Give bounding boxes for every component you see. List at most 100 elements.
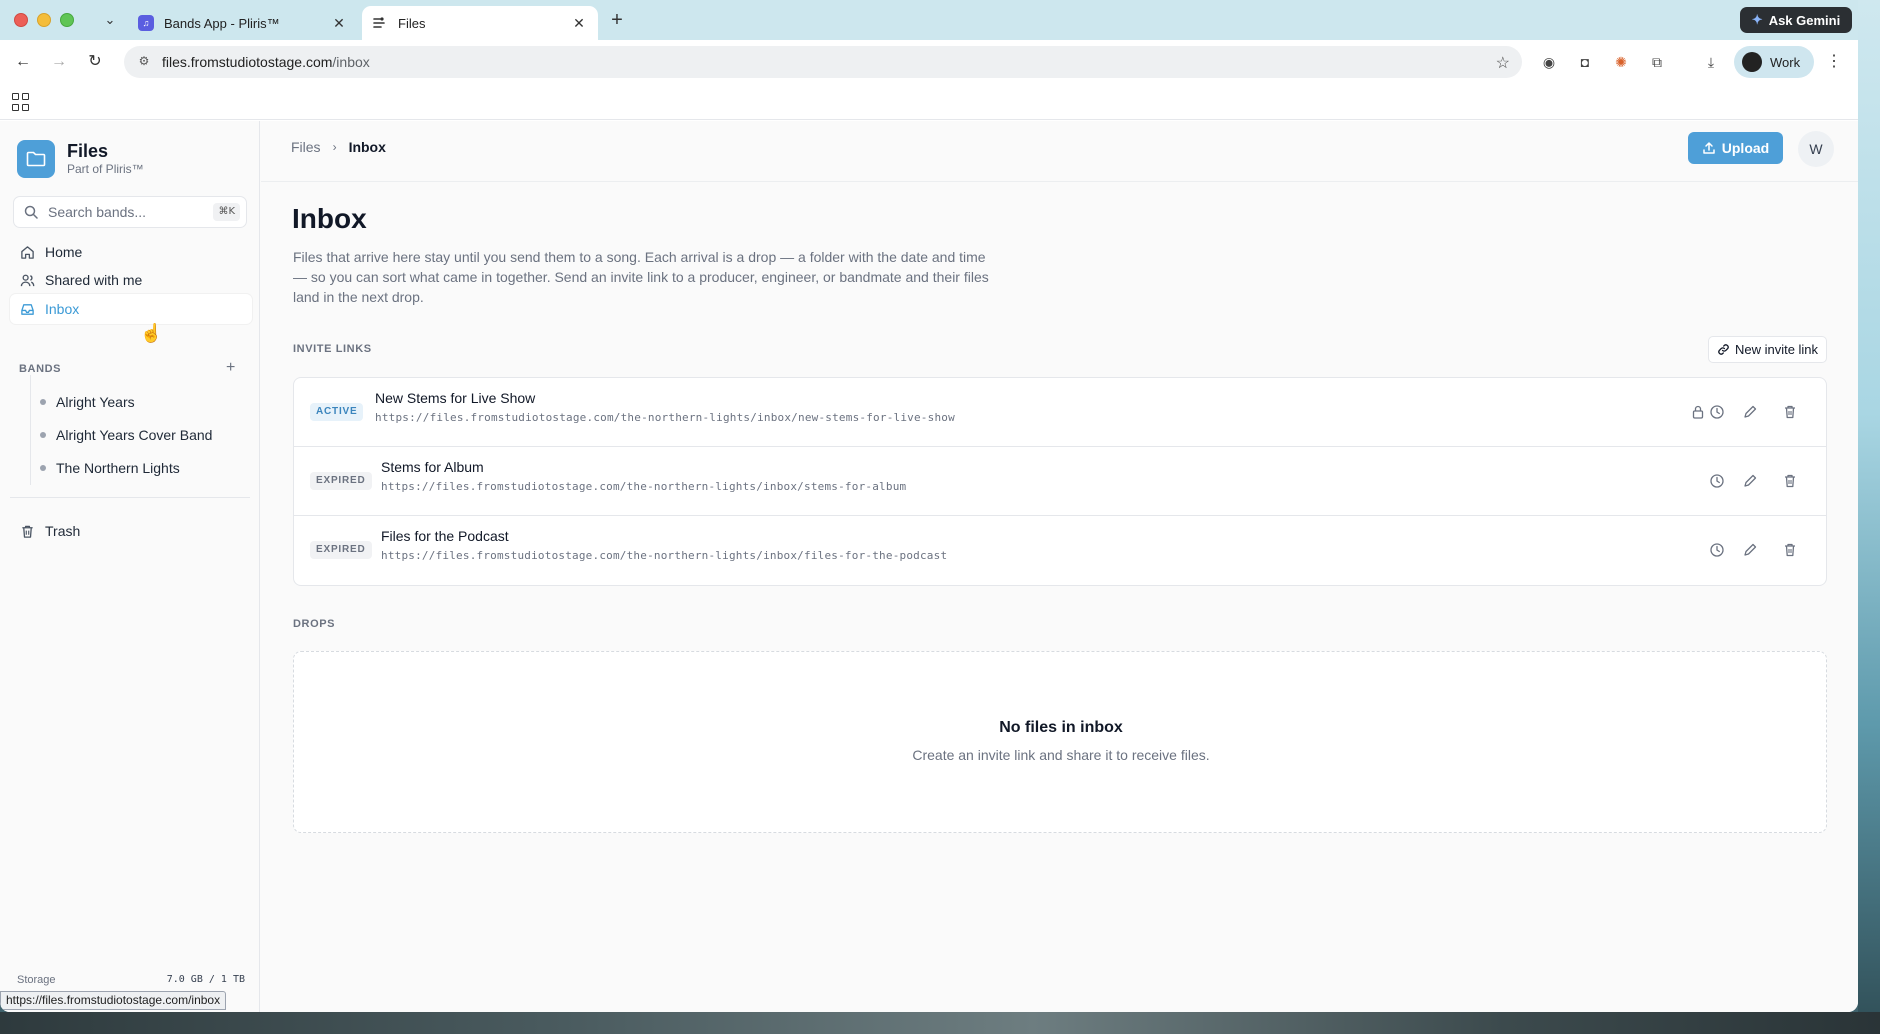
main-content: Files › Inbox Upload W Inbox Files that … bbox=[261, 121, 1858, 1012]
band-dot bbox=[40, 432, 46, 438]
status-bar-url: https://files.fromstudiotostage.com/inbo… bbox=[0, 991, 227, 1010]
tab-title: Files bbox=[398, 15, 426, 31]
band-label: The Northern Lights bbox=[56, 460, 180, 476]
profile-avatar bbox=[1742, 52, 1762, 72]
link-icon bbox=[1718, 344, 1729, 355]
site-settings-icon[interactable]: ⚙ bbox=[136, 54, 152, 70]
tab-search-chevron-icon[interactable]: ⌄ bbox=[100, 10, 120, 30]
add-band-icon[interactable]: + bbox=[226, 359, 235, 377]
new-tab-icon[interactable]: + bbox=[606, 9, 628, 31]
trash-icon[interactable] bbox=[1781, 403, 1799, 421]
invite-row[interactable]: EXPIRED Stems for Album https://files.fr… bbox=[294, 447, 1826, 516]
bands-section-label: BANDS bbox=[19, 363, 62, 375]
trash-icon[interactable] bbox=[1781, 541, 1799, 559]
back-arrow-icon[interactable]: ← bbox=[12, 51, 34, 73]
upload-button[interactable]: Upload bbox=[1688, 132, 1783, 164]
inbox-icon bbox=[21, 303, 34, 315]
empty-state-title: No files in inbox bbox=[999, 719, 1123, 736]
breadcrumb-inbox: Inbox bbox=[348, 139, 386, 155]
page-description: Files that arrive here stay until you se… bbox=[293, 249, 989, 305]
ask-gemini-button[interactable]: ✦ Ask Gemini bbox=[1740, 7, 1852, 33]
drops-empty-state: No files in inbox Create an invite link … bbox=[293, 651, 1827, 833]
invite-links-label: INVITE LINKS bbox=[293, 343, 372, 355]
close-window-button[interactable] bbox=[14, 13, 28, 27]
download-icon[interactable]: ⤓ bbox=[1700, 51, 1722, 73]
edit-pencil-icon[interactable] bbox=[1741, 472, 1759, 490]
band-item[interactable]: Alright Years bbox=[40, 394, 135, 410]
nav-item-label: Shared with me bbox=[45, 272, 143, 288]
clock-icon[interactable] bbox=[1708, 403, 1726, 421]
tab-title: Bands App - Pliris™ bbox=[164, 15, 280, 31]
invite-name: New Stems for Live Show bbox=[375, 390, 536, 406]
reload-icon[interactable]: ↻ bbox=[84, 51, 106, 73]
search-input[interactable] bbox=[48, 204, 208, 220]
upload-label: Upload bbox=[1721, 140, 1770, 156]
page-title: Inbox bbox=[292, 203, 367, 234]
search-icon bbox=[24, 205, 38, 219]
nav-item-trash[interactable]: Trash bbox=[10, 516, 252, 546]
status-badge: EXPIRED bbox=[310, 541, 372, 559]
clock-icon[interactable] bbox=[1708, 541, 1726, 559]
tab-bar: ⌄ ♫ Bands App - Pliris™ ✕ Files ✕ + ✦ As… bbox=[0, 0, 1858, 40]
claude-extension-icon[interactable]: ✺ bbox=[1610, 51, 1632, 73]
breadcrumb-files[interactable]: Files bbox=[291, 139, 321, 155]
band-dot bbox=[40, 465, 46, 471]
password-manager-icon[interactable]: ◉ bbox=[1538, 51, 1560, 73]
desktop-background bbox=[1858, 0, 1880, 1034]
clock-icon[interactable] bbox=[1708, 472, 1726, 490]
band-item[interactable]: The Northern Lights bbox=[40, 460, 180, 476]
files-favicon-icon bbox=[372, 15, 388, 31]
folder-icon bbox=[17, 140, 55, 178]
invite-row[interactable]: ACTIVE New Stems for Live Show https://f… bbox=[294, 378, 1826, 447]
invite-name: Stems for Album bbox=[381, 459, 484, 475]
empty-state-subtitle: Create an invite link and share it to re… bbox=[912, 747, 1210, 763]
gemini-sparkle-icon: ✦ bbox=[1751, 12, 1763, 27]
status-badge: EXPIRED bbox=[310, 472, 372, 490]
bookmarks-bar bbox=[0, 84, 1858, 120]
pointer-hand-icon: ☝ bbox=[140, 323, 163, 343]
invite-url[interactable]: https://files.fromstudiotostage.com/the-… bbox=[375, 411, 955, 424]
profile-button[interactable]: Work bbox=[1734, 46, 1814, 78]
camera-icon[interactable]: ◘ bbox=[1574, 51, 1596, 73]
edit-pencil-icon[interactable] bbox=[1741, 403, 1759, 421]
minimize-window-button[interactable] bbox=[37, 13, 51, 27]
bands-app-favicon-icon: ♫ bbox=[138, 15, 154, 31]
browser-menu-icon[interactable]: ⋮ bbox=[1826, 51, 1842, 71]
profile-label: Work bbox=[1770, 54, 1801, 70]
tab-files[interactable]: Files ✕ bbox=[362, 6, 598, 40]
users-icon bbox=[20, 274, 35, 286]
band-label: Alright Years bbox=[56, 394, 135, 410]
band-label: Alright Years Cover Band bbox=[56, 427, 213, 443]
app-brand[interactable]: Files Part of Pliris™ bbox=[17, 140, 144, 178]
header-divider bbox=[261, 181, 1858, 182]
maximize-window-button[interactable] bbox=[60, 13, 74, 27]
invite-url[interactable]: https://files.fromstudiotostage.com/the-… bbox=[381, 549, 947, 562]
nav-item-home[interactable]: Home bbox=[10, 237, 252, 267]
storage-value: 7.0 GB / 1 TB bbox=[166, 974, 245, 985]
user-avatar[interactable]: W bbox=[1798, 131, 1834, 167]
trash-icon bbox=[22, 525, 33, 538]
nav-item-inbox[interactable]: Inbox bbox=[10, 294, 252, 324]
bands-tree-line bbox=[30, 375, 31, 485]
close-tab-icon[interactable]: ✕ bbox=[570, 15, 588, 32]
invite-url[interactable]: https://files.fromstudiotostage.com/the-… bbox=[381, 480, 906, 493]
bookmark-star-icon[interactable]: ☆ bbox=[1496, 53, 1510, 73]
extensions-puzzle-icon[interactable]: ⧉ bbox=[1646, 51, 1668, 73]
new-invite-link-button[interactable]: New invite link bbox=[1708, 336, 1827, 363]
close-tab-icon[interactable]: ✕ bbox=[330, 15, 348, 32]
edit-pencil-icon[interactable] bbox=[1741, 541, 1759, 559]
nav-item-label: Home bbox=[45, 244, 83, 260]
forward-arrow-icon[interactable]: → bbox=[48, 51, 70, 73]
home-icon bbox=[21, 245, 34, 259]
nav-item-shared[interactable]: Shared with me bbox=[10, 265, 252, 295]
search-box[interactable]: ⌘K bbox=[13, 196, 247, 228]
invite-row[interactable]: EXPIRED Files for the Podcast https://fi… bbox=[294, 516, 1826, 585]
trash-icon[interactable] bbox=[1781, 472, 1799, 490]
nav-item-label: Inbox bbox=[45, 301, 80, 317]
apps-grid-icon[interactable] bbox=[12, 93, 30, 111]
band-item[interactable]: Alright Years Cover Band bbox=[40, 427, 212, 443]
address-bar[interactable]: ⚙ files.fromstudiotostage.com/inbox ☆ bbox=[124, 46, 1522, 78]
tab-bands-app[interactable]: ♫ Bands App - Pliris™ ✕ bbox=[128, 6, 358, 40]
address-url[interactable]: files.fromstudiotostage.com/inbox bbox=[162, 54, 370, 70]
files-app: Files Part of Pliris™ ⌘K Home Shared wit… bbox=[0, 121, 1858, 1012]
